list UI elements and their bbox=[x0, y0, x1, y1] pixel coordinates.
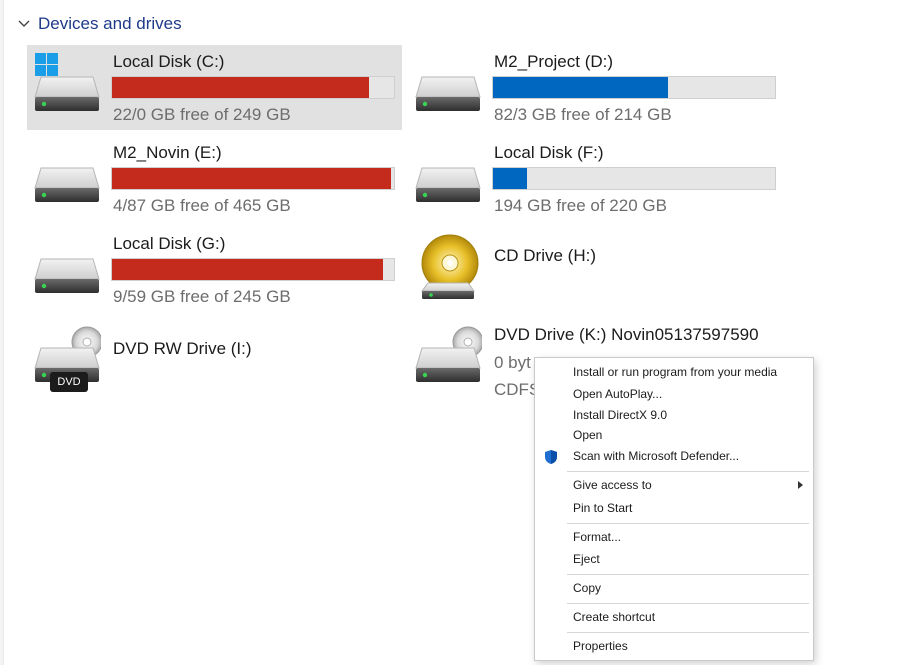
hard-drive-icon bbox=[415, 76, 481, 112]
menu-label: Properties bbox=[573, 639, 628, 653]
menu-label: Create shortcut bbox=[573, 610, 656, 624]
drive-free-space: 82/3 GB free of 214 GB bbox=[494, 105, 672, 124]
menu-separator bbox=[567, 574, 809, 575]
chevron-down-icon[interactable] bbox=[16, 16, 32, 32]
menu-pin-to-start[interactable]: Pin to Start bbox=[535, 497, 813, 519]
drive-g[interactable]: Local Disk (G:) 9/59 GB free of 245 GB bbox=[27, 227, 402, 312]
drive-name: Local Disk (G:) bbox=[113, 234, 226, 253]
drive-usage-fill bbox=[112, 77, 369, 98]
menu-label: Eject bbox=[573, 552, 600, 566]
drive-free-space: 4/87 GB free of 465 GB bbox=[113, 196, 291, 215]
menu-label: Install or run program from your media bbox=[573, 365, 778, 379]
menu-label: Give access to bbox=[573, 478, 652, 492]
menu-open-autoplay[interactable]: Open AutoPlay... bbox=[535, 383, 813, 405]
drive-free-space: 0 byt bbox=[494, 353, 531, 372]
windows-drive-icon bbox=[34, 53, 100, 112]
menu-label: Format... bbox=[573, 530, 622, 544]
menu-scan-defender[interactable]: Scan with Microsoft Defender... bbox=[535, 445, 813, 467]
drive-usage-bar bbox=[492, 76, 776, 99]
drive-usage-bar bbox=[111, 258, 395, 281]
drive-name: Local Disk (C:) bbox=[113, 52, 225, 71]
drive-d[interactable]: M2_Project (D:) 82/3 GB free of 214 GB bbox=[408, 45, 783, 130]
defender-shield-icon bbox=[545, 450, 557, 464]
devices-section-header[interactable]: Devices and drives bbox=[16, 12, 182, 36]
drive-h[interactable]: CD Drive (H:) bbox=[408, 227, 783, 312]
dvd-drive-icon bbox=[415, 326, 482, 383]
menu-label: Scan with Microsoft Defender... bbox=[573, 449, 740, 463]
drive-name: Local Disk (F:) bbox=[494, 143, 604, 162]
drive-name: DVD Drive (K:) Novin05137597590 bbox=[494, 325, 759, 344]
drive-usage-bar bbox=[492, 167, 776, 190]
drive-name: M2_Project (D:) bbox=[494, 52, 614, 71]
drive-f[interactable]: Local Disk (F:) 194 GB free of 220 GB bbox=[408, 136, 783, 221]
menu-eject[interactable]: Eject bbox=[535, 548, 813, 570]
drive-usage-fill bbox=[493, 77, 668, 98]
drive-name: DVD RW Drive (I:) bbox=[113, 339, 252, 358]
menu-label: Install DirectX 9.0 bbox=[573, 408, 668, 422]
dvd-badge: DVD bbox=[50, 372, 88, 392]
drive-usage-fill bbox=[493, 168, 527, 189]
drive-free-space: 22/0 GB free of 249 GB bbox=[113, 105, 291, 124]
menu-separator bbox=[567, 523, 809, 524]
menu-separator bbox=[567, 632, 809, 633]
drive-free-space: 9/59 GB free of 245 GB bbox=[113, 287, 291, 306]
drive-free-space: 194 GB free of 220 GB bbox=[494, 196, 667, 215]
drive-c[interactable]: Local Disk (C:) 22/0 GB free of 249 GB bbox=[27, 45, 402, 130]
menu-label: Open bbox=[573, 428, 603, 442]
section-title: Devices and drives bbox=[38, 14, 182, 33]
drive-usage-bar bbox=[111, 167, 395, 190]
menu-install-directx[interactable]: Install DirectX 9.0 bbox=[535, 404, 813, 426]
drive-usage-fill bbox=[112, 259, 383, 280]
drive-usage-bar bbox=[111, 76, 395, 99]
hard-drive-icon bbox=[415, 167, 481, 203]
menu-label: Pin to Start bbox=[573, 501, 633, 515]
menu-install-run[interactable]: Install or run program from your media bbox=[535, 361, 813, 383]
menu-separator bbox=[567, 471, 809, 472]
hard-drive-icon bbox=[34, 167, 100, 203]
submenu-arrow-icon bbox=[798, 481, 803, 489]
menu-label: Copy bbox=[573, 581, 602, 595]
left-pane-edge bbox=[0, 0, 4, 665]
menu-give-access[interactable]: Give access to bbox=[535, 474, 813, 496]
menu-format[interactable]: Format... bbox=[535, 526, 813, 548]
drive-e[interactable]: M2_Novin (E:) 4/87 GB free of 465 GB bbox=[27, 136, 402, 221]
hard-drive-icon bbox=[34, 258, 100, 294]
menu-properties[interactable]: Properties bbox=[535, 635, 813, 657]
cd-drive-icon bbox=[421, 234, 479, 299]
drive-name: CD Drive (H:) bbox=[494, 246, 596, 265]
drive-name: M2_Novin (E:) bbox=[113, 143, 222, 162]
menu-open[interactable]: Open bbox=[535, 424, 813, 446]
menu-separator bbox=[567, 603, 809, 604]
menu-create-shortcut[interactable]: Create shortcut bbox=[535, 606, 813, 628]
context-menu: Install or run program from your media O… bbox=[534, 357, 814, 661]
menu-copy[interactable]: Copy bbox=[535, 577, 813, 599]
menu-label: Open AutoPlay... bbox=[573, 387, 663, 401]
drive-usage-fill bbox=[112, 168, 392, 189]
